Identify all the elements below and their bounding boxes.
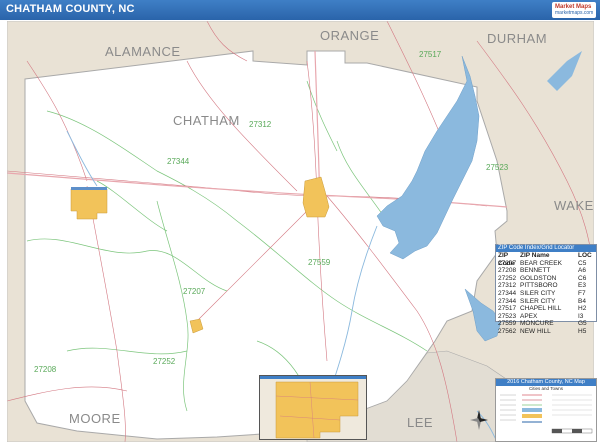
zip-loc-cell: G5 — [578, 320, 587, 328]
title-bar: CHATHAM COUNTY, NC Market Maps marketmap… — [0, 0, 600, 20]
zip-code-cell: 27344 — [498, 289, 517, 297]
zip-table-title: ZIP Code Index/Grid Locator — [496, 245, 596, 252]
county-label-alamance: ALAMANCE — [105, 44, 181, 59]
zip-label-27517: 27517 — [419, 50, 442, 59]
zip-table-row: 27252 GOLDSTON C6 — [496, 275, 596, 283]
zip-name-cell: CHAPEL HILL — [520, 305, 562, 313]
zip-code-cell: 27523 — [498, 312, 517, 320]
zip-code-cell: 27559 — [498, 320, 517, 328]
page-title: CHATHAM COUNTY, NC — [6, 3, 135, 15]
map-legend: 2016 Chatham County, NC Map Cities and T… — [495, 378, 597, 442]
zip-code-cell: 27562 — [498, 327, 517, 335]
zip-code-cell: 27207 — [498, 259, 517, 267]
county-label-durham: DURHAM — [487, 31, 548, 46]
inset-map[interactable] — [259, 375, 367, 440]
zip-code-cell: 27252 — [498, 274, 517, 282]
zip-label-27208: 27208 — [34, 365, 57, 374]
zip-name-cell: BENNETT — [520, 267, 551, 275]
zip-table-header: ZIP Code ZIP Name LOC — [496, 252, 596, 267]
zip-code-cell: 27312 — [498, 282, 517, 290]
county-label-lee: LEE — [407, 415, 434, 430]
zip-loc-cell: C6 — [578, 274, 587, 282]
compass-rose-icon — [470, 410, 488, 430]
zip-label-27312: 27312 — [249, 120, 272, 129]
logo-line-2: marketmaps.com — [555, 10, 594, 16]
zip-name-cell: MONCURE — [520, 320, 554, 328]
col-loc: LOC — [578, 252, 592, 259]
zip-loc-cell: I3 — [578, 312, 584, 320]
zip-name-cell: BEAR CREEK — [520, 259, 562, 267]
zip-label-27523: 27523 — [486, 163, 509, 172]
zip-code-cell: 27517 — [498, 305, 517, 313]
zip-name-cell: SILER CITY — [520, 289, 556, 297]
zip-table-row: 27559 MONCURE G5 — [496, 320, 596, 328]
zip-name-cell: SILER CITY — [520, 297, 556, 305]
zip-table-row: 27207 BEAR CREEK C5 — [496, 260, 596, 268]
county-label-wake: WAKE — [554, 198, 594, 213]
zip-table-row: 27562 NEW HILL H5 — [496, 328, 596, 336]
county-label-moore: MOORE — [69, 411, 121, 426]
county-label-chatham: CHATHAM — [173, 113, 240, 128]
zip-table-body: 27207 BEAR CREEK C5 27208 BENNETT A6 27252 GOLD… — [496, 260, 596, 336]
zip-loc-cell: E3 — [578, 282, 586, 290]
zip-label-27207: 27207 — [183, 287, 206, 296]
zip-name-cell: APEX — [520, 312, 538, 320]
zip-loc-cell: H5 — [578, 327, 587, 335]
zip-label-27344: 27344 — [167, 157, 190, 166]
zip-label-27559: 27559 — [308, 258, 331, 267]
zip-loc-cell: A6 — [578, 267, 586, 275]
zip-loc-cell: H2 — [578, 305, 587, 313]
zip-name-cell: PITTSBORO — [520, 282, 558, 290]
zip-label-27252: 27252 — [153, 357, 176, 366]
siler-city-label-bar — [71, 187, 107, 190]
county-label-orange: ORANGE — [320, 28, 380, 43]
zip-name-cell: NEW HILL — [520, 327, 551, 335]
zip-table-row: 27344 SILER CITY B4 — [496, 298, 596, 306]
zip-name-cell: GOLDSTON — [520, 274, 557, 282]
zip-index-table: ZIP Code Index/Grid Locator ZIP Code ZIP… — [495, 244, 597, 335]
legend-title: 2016 Chatham County, NC Map — [496, 379, 596, 386]
zip-code-cell: 27344 — [498, 297, 517, 305]
zip-code-cell: 27208 — [498, 267, 517, 275]
zip-loc-cell: B4 — [578, 297, 586, 305]
zip-loc-cell: F7 — [578, 289, 586, 297]
zip-table-row: 27208 BENNETT A6 — [496, 267, 596, 275]
zip-table-row: 27312 PITTSBORO E3 — [496, 282, 596, 290]
zip-loc-cell: C5 — [578, 259, 587, 267]
col-zip-name: ZIP Name — [520, 252, 550, 259]
zip-table-row: 27523 APEX I3 — [496, 313, 596, 321]
legend-symbols — [500, 394, 593, 434]
zip-table-row: 27344 SILER CITY F7 — [496, 290, 596, 298]
map-page: CHATHAM COUNTY, NC Market Maps marketmap… — [0, 0, 600, 442]
brand-logo[interactable]: Market Maps marketmaps.com — [552, 2, 596, 18]
zip-table-row: 27517 CHAPEL HILL H2 — [496, 305, 596, 313]
col-zip-code: ZIP Code — [498, 252, 515, 267]
inset-canvas — [260, 376, 366, 439]
